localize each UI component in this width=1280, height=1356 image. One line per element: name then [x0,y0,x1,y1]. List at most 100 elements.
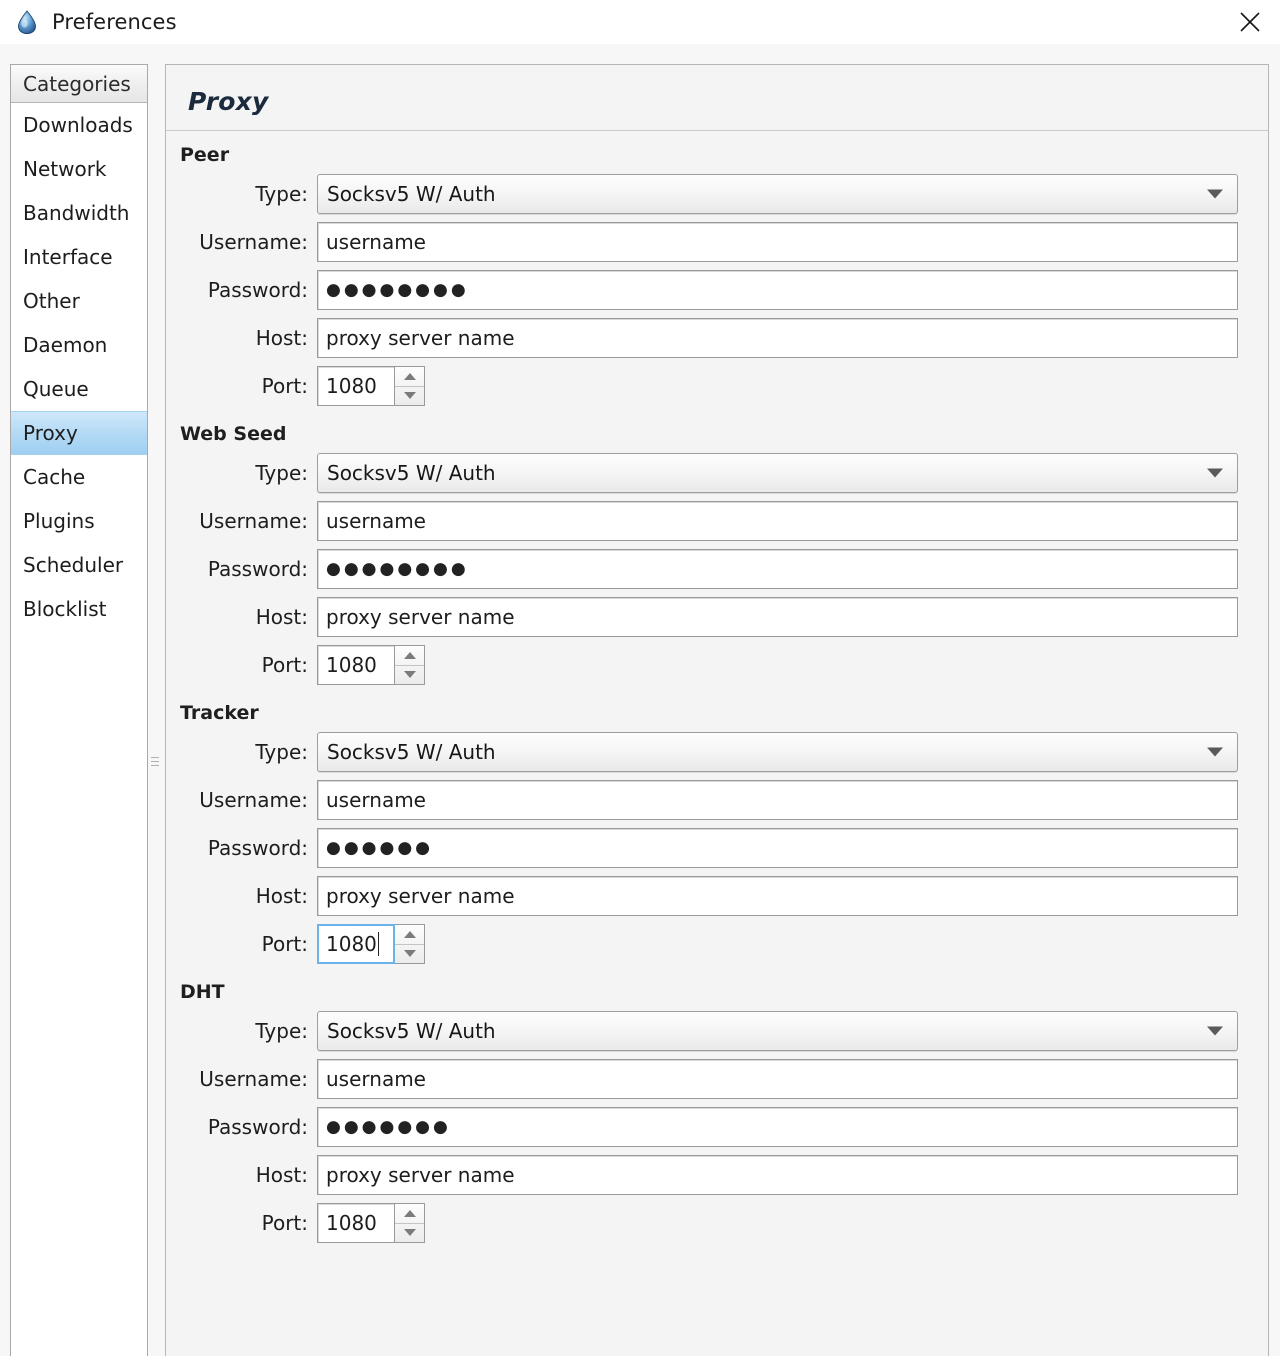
dht-port-stepper[interactable]: 1080 [317,1203,429,1243]
peer-password-input[interactable]: ●●●●●●●● [317,270,1238,310]
peer-host-input[interactable]: proxy server name [317,318,1238,358]
web-seed-username-label: Username: [199,509,308,533]
sidebar-item-other[interactable]: Other [11,279,147,323]
tracker-password-label: Password: [207,836,308,860]
close-icon [1238,10,1262,34]
triangle-down-icon [403,1229,416,1237]
tracker-username-input[interactable]: username [317,780,1238,820]
web-seed-port-stepper[interactable]: 1080 [317,645,429,685]
sidebar-item-label: Interface [23,245,113,269]
sidebar-item-label: Blocklist [23,597,107,621]
dht-host-label: Host: [255,1163,308,1187]
sidebar-item-bandwidth[interactable]: Bandwidth [11,191,147,235]
dht-type-value: Socksv5 W/ Auth [327,1019,496,1043]
preferences-window: Preferences Categories Downloads Network B… [0,0,1280,1356]
categories-list: Downloads Network Bandwidth Interface Other D… [11,103,147,631]
sidebar-item-downloads[interactable]: Downloads [11,103,147,147]
tracker-port-increment-button[interactable] [395,925,424,945]
web-seed-port-input[interactable]: 1080 [317,645,395,685]
web-seed-type-value: Socksv5 W/ Auth [327,461,496,485]
categories-header[interactable]: Categories [11,65,147,103]
tracker-port-input[interactable]: 1080 [317,924,395,964]
peer-port-increment-button[interactable] [395,367,424,387]
web-seed-password-input[interactable]: ●●●●●●●● [317,549,1238,589]
sidebar-item-interface[interactable]: Interface [11,235,147,279]
peer-port-stepper[interactable]: 1080 [317,366,429,406]
dht-port-decrement-button[interactable] [395,1224,424,1243]
web-seed-port-spin-buttons [395,645,425,685]
dht-type-select[interactable]: Socksv5 W/ Auth [317,1011,1238,1051]
field-row: Port: 1080 [172,362,1240,410]
sidebar-item-network[interactable]: Network [11,147,147,191]
peer-host-label: Host: [255,326,308,350]
dht-password-label: Password: [207,1115,308,1139]
dht-port-label: Port: [261,1211,308,1235]
peer-type-label: Type: [255,182,308,206]
sidebar-item-scheduler[interactable]: Scheduler [11,543,147,587]
dht-port-increment-button[interactable] [395,1204,424,1224]
proxy-sections: Peer Type: Socksv5 W/ Auth Username: usernam… [166,144,1268,1247]
tracker-password-input[interactable]: ●●●●●● [317,828,1238,868]
tracker-type-value: Socksv5 W/ Auth [327,740,496,764]
triangle-up-icon [403,930,416,938]
peer-port-decrement-button[interactable] [395,387,424,406]
chevron-down-icon [1207,1026,1223,1036]
sidebar-item-blocklist[interactable]: Blocklist [11,587,147,631]
field-row: Username: username [172,776,1240,824]
peer-port-label: Port: [261,374,308,398]
web-seed-password-label: Password: [207,557,308,581]
web-seed-port-value: 1080 [326,653,377,677]
web-seed-port-increment-button[interactable] [395,646,424,666]
tracker-port-stepper[interactable]: 1080 [317,924,429,964]
web-seed-port-label: Port: [261,653,308,677]
tracker-host-input[interactable]: proxy server name [317,876,1238,916]
web-seed-password-masked-value: ●●●●●●●● [326,558,469,579]
peer-port-value: 1080 [326,374,377,398]
dht-host-input[interactable]: proxy server name [317,1155,1238,1195]
field-row: Password: ●●●●●●●● [172,266,1240,314]
field-row: Type: Socksv5 W/ Auth [172,1007,1240,1055]
sidebar-item-daemon[interactable]: Daemon [11,323,147,367]
peer-type-select[interactable]: Socksv5 W/ Auth [317,174,1238,214]
web-seed-type-select[interactable]: Socksv5 W/ Auth [317,453,1238,493]
panel-splitter[interactable] [148,64,162,1356]
peer-port-input[interactable]: 1080 [317,366,395,406]
web-seed-username-input[interactable]: username [317,501,1238,541]
sidebar-item-cache[interactable]: Cache [11,455,147,499]
window-title: Preferences [52,10,177,34]
sidebar-item-label: Queue [23,377,89,401]
field-row: Type: Socksv5 W/ Auth [172,170,1240,218]
tracker-type-select[interactable]: Socksv5 W/ Auth [317,732,1238,772]
dht-type-label: Type: [255,1019,308,1043]
field-row: Host: proxy server name [172,593,1240,641]
sidebar-item-label: Daemon [23,333,108,357]
field-row: Port: 1080 [172,641,1240,689]
sidebar-item-queue[interactable]: Queue [11,367,147,411]
web-seed-host-input[interactable]: proxy server name [317,597,1238,637]
field-row: Password: ●●●●●●● [172,1103,1240,1151]
dht-port-input[interactable]: 1080 [317,1203,395,1243]
tracker-port-spin-buttons [395,924,425,964]
sidebar-item-proxy[interactable]: Proxy [11,411,147,455]
peer-type-value: Socksv5 W/ Auth [327,182,496,206]
dht-password-input[interactable]: ●●●●●●● [317,1107,1238,1147]
chevron-down-icon [1207,468,1223,478]
triangle-down-icon [403,392,416,400]
tracker-type-label: Type: [255,740,308,764]
close-button[interactable] [1228,2,1272,42]
triangle-down-icon [403,671,416,679]
web-seed-port-decrement-button[interactable] [395,666,424,685]
peer-username-input[interactable]: username [317,222,1238,262]
dht-port-value: 1080 [326,1211,377,1235]
title-bar: Preferences [0,0,1280,44]
sidebar-item-label: Network [23,157,107,181]
sidebar-item-plugins[interactable]: Plugins [11,499,147,543]
dht-username-input[interactable]: username [317,1059,1238,1099]
tracker-port-decrement-button[interactable] [395,945,424,964]
field-row: Host: proxy server name [172,314,1240,362]
tracker-port-value: 1080 [326,932,377,956]
triangle-up-icon [403,651,416,659]
triangle-up-icon [403,1209,416,1217]
peer-password-masked-value: ●●●●●●●● [326,279,469,300]
sidebar-item-label: Plugins [23,509,95,533]
